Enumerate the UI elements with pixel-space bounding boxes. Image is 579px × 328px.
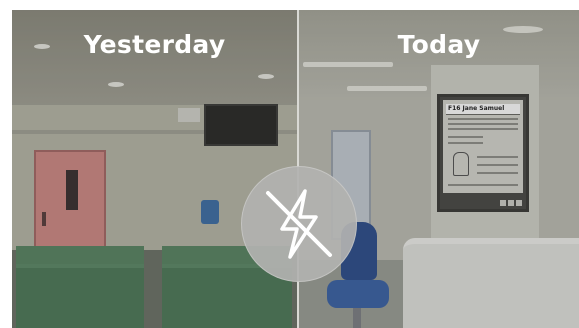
comparison-image: Yesterday F16 Jane Samuel Today [0,0,579,328]
no-power-badge [241,166,357,282]
no-power-icon [266,189,332,259]
yesterday-label: Yesterday [83,30,226,59]
today-label: Today [397,30,481,59]
